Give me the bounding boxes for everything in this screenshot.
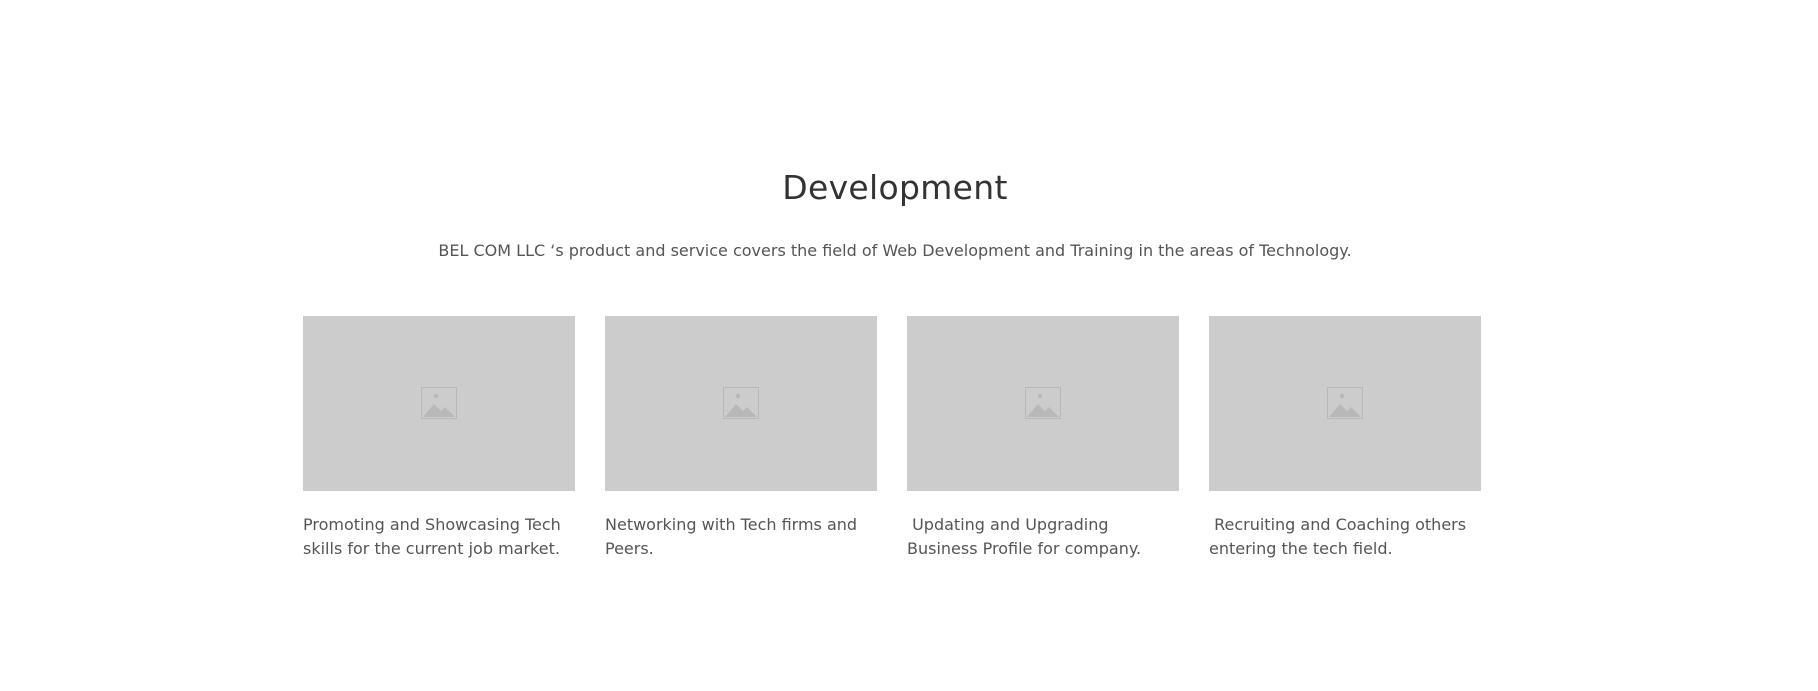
card-text: Promoting and Showcasing Tech skills for…: [303, 515, 566, 558]
feature-card: Promoting and Showcasing Tech skills for…: [303, 316, 575, 561]
section-title: Development: [782, 168, 1008, 207]
image-placeholder-icon: [421, 387, 457, 419]
image-placeholder-icon: [1025, 387, 1061, 419]
card-text: Updating and Upgrading Business Profile …: [907, 515, 1142, 558]
image-placeholder-icon: [723, 387, 759, 419]
card-text: Networking with Tech firms and Peers.: [605, 515, 863, 558]
card-image-placeholder: [605, 316, 877, 491]
development-section: Development BEL COM LLC ‘s product and s…: [0, 0, 1818, 691]
section-subtitle: BEL COM LLC ‘s product and service cover…: [438, 241, 1352, 260]
card-image-placeholder: [1209, 316, 1481, 491]
card-image-placeholder: [907, 316, 1179, 491]
feature-card: Updating and Upgrading Business Profile …: [907, 316, 1179, 561]
image-placeholder-icon: [1327, 387, 1363, 419]
feature-cards: Promoting and Showcasing Tech skills for…: [303, 316, 1484, 561]
feature-card: Networking with Tech firms and Peers.: [605, 316, 877, 561]
card-text: Recruiting and Coaching others entering …: [1209, 515, 1472, 558]
feature-card: Recruiting and Coaching others entering …: [1209, 316, 1481, 561]
card-image-placeholder: [303, 316, 575, 491]
